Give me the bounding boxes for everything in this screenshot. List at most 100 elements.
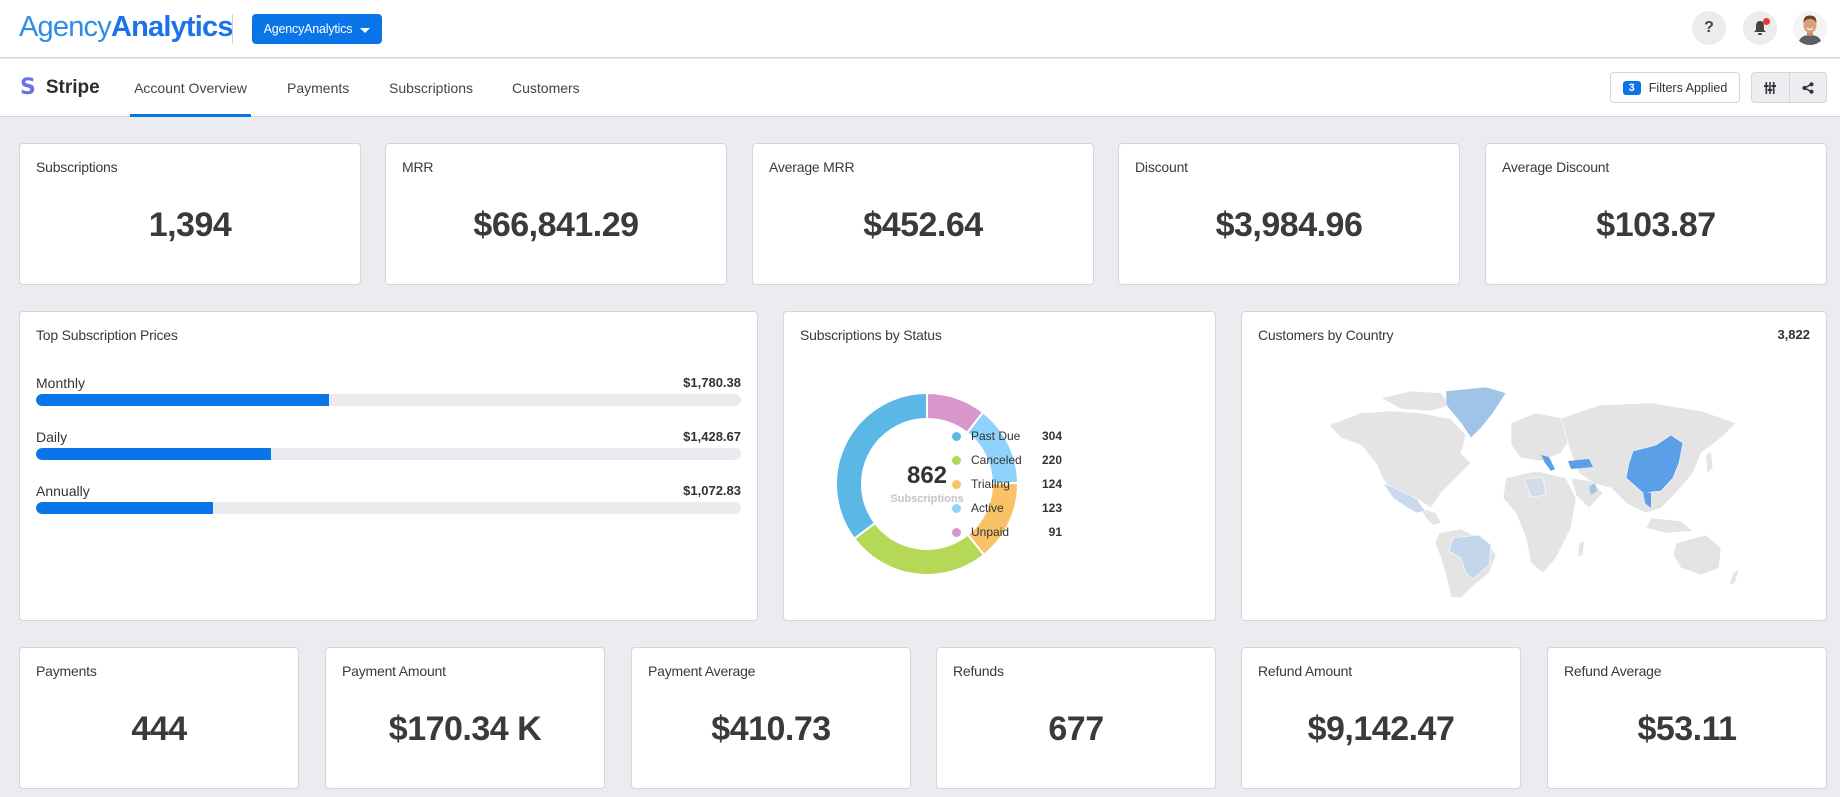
legend-label: Trialing — [971, 477, 1010, 491]
user-avatar[interactable] — [1793, 11, 1827, 45]
legend-label: Unpaid — [971, 525, 1010, 539]
map-australia — [1672, 534, 1722, 576]
app-logo[interactable]: AgencyAnalytics — [19, 10, 233, 44]
price-label: Annually — [36, 483, 90, 499]
filters-applied-button[interactable]: 3 Filters Applied — [1610, 72, 1740, 103]
caret-down-icon — [360, 27, 371, 33]
price-value: $1,072.83 — [683, 483, 741, 498]
kpi-title: Average Discount — [1502, 159, 1610, 175]
account-selector-label: AgencyAnalytics — [263, 22, 353, 36]
toolbar-icon-group — [1751, 72, 1827, 103]
filters-label: Filters Applied — [1648, 80, 1728, 95]
kpi-card-payment-average: Payment Average $410.73 — [631, 647, 911, 789]
kpi-card-subscriptions: Subscriptions 1,394 — [19, 143, 361, 285]
kpi-card-refund-amount: Refund Amount $9,142.47 — [1241, 647, 1521, 789]
tab-customers[interactable]: Customers — [508, 59, 584, 117]
kpi-card-refunds: Refunds 677 — [936, 647, 1216, 789]
kpi-value: 677 — [1048, 710, 1104, 748]
filters-count-badge: 3 — [1622, 80, 1641, 95]
legend-dot — [952, 527, 961, 537]
notification-badge — [1763, 18, 1770, 25]
legend-dot — [952, 431, 961, 441]
kpi-value: 1,394 — [148, 206, 232, 244]
price-bar-fill — [36, 394, 330, 406]
legend-dot — [952, 503, 961, 513]
kpi-value: $53.11 — [1637, 710, 1737, 748]
price-row-annually: Annually $1,072.83 — [36, 483, 741, 515]
logo-light-text: Agency — [19, 11, 112, 43]
logo-bold-text: Analytics — [110, 11, 234, 43]
notifications-button[interactable] — [1743, 11, 1777, 45]
integration-navbar: S Stripe Account Overview Payments Subsc… — [0, 59, 1840, 117]
kpi-title: Discount — [1135, 159, 1188, 175]
price-bar-track — [36, 502, 741, 514]
price-row-daily: Daily $1,428.67 — [36, 429, 741, 461]
price-bar-track — [36, 448, 741, 460]
tab-label: Account Overview — [134, 80, 247, 96]
subscriptions-by-status-panel: Subscriptions by Status 862 Subscription… — [783, 311, 1216, 621]
kpi-value: 444 — [131, 710, 187, 748]
price-value: $1,780.38 — [683, 375, 741, 390]
map-new-zealand — [1728, 568, 1740, 586]
tab-label: Customers — [512, 80, 580, 96]
kpi-title: Payment Amount — [342, 663, 446, 679]
help-button[interactable]: ? — [1692, 11, 1726, 45]
kpi-value: $9,142.47 — [1307, 710, 1455, 748]
account-selector-button[interactable]: AgencyAnalytics — [252, 14, 382, 44]
kpi-title: Average MRR — [769, 159, 855, 175]
kpi-card-payment-amount: Payment Amount $170.34 K — [325, 647, 605, 789]
kpi-value: $452.64 — [863, 206, 983, 244]
legend-item-past-due[interactable]: Past Due 304 — [952, 426, 1062, 446]
customers-total: 3,822 — [1777, 327, 1810, 342]
share-button[interactable] — [1788, 73, 1827, 102]
tab-label: Subscriptions — [389, 80, 474, 96]
price-bar-fill — [36, 448, 272, 460]
kpi-card-average-mrr: Average MRR $452.64 — [752, 143, 1094, 285]
legend-value: 123 — [1041, 501, 1062, 515]
tab-label: Payments — [287, 80, 350, 96]
stripe-logo-icon: S — [20, 75, 36, 100]
map-se-asia — [1645, 517, 1694, 534]
map-madagascar — [1577, 540, 1585, 558]
tab-payments[interactable]: Payments — [283, 59, 353, 117]
legend-label: Active — [971, 501, 1004, 515]
legend-item-active[interactable]: Active 123 — [952, 498, 1062, 518]
kpi-value: $170.34 K — [388, 710, 542, 748]
kpi-value: $66,841.29 — [473, 206, 639, 244]
map-italy — [1541, 455, 1555, 471]
price-bar-track — [36, 394, 741, 406]
kpi-value: $3,984.96 — [1215, 206, 1363, 244]
kpi-card-payments: Payments 444 — [19, 647, 299, 789]
price-value: $1,428.67 — [683, 429, 741, 444]
kpi-card-mrr: MRR $66,841.29 — [385, 143, 727, 285]
top-subscription-prices-panel: Top Subscription Prices Monthly $1,780.3… — [19, 311, 758, 621]
legend-dot — [952, 455, 961, 465]
tab-account-overview[interactable]: Account Overview — [130, 59, 251, 117]
integration-title: S Stripe — [20, 76, 100, 100]
legend-item-trialing[interactable]: Trialing 124 — [952, 474, 1062, 494]
customize-button[interactable] — [1752, 73, 1789, 102]
map-japan — [1705, 450, 1714, 474]
tab-subscriptions[interactable]: Subscriptions — [385, 59, 477, 117]
kpi-title: MRR — [402, 159, 434, 175]
legend-value: 91 — [1048, 525, 1062, 539]
price-label: Daily — [36, 429, 68, 445]
world-map[interactable] — [1321, 383, 1761, 601]
share-icon — [1802, 81, 1814, 94]
kpi-title: Refund Average — [1564, 663, 1662, 679]
legend-item-unpaid[interactable]: Unpaid 91 — [952, 522, 1062, 542]
integration-name: Stripe — [45, 77, 100, 98]
top-header: AgencyAnalytics AgencyAnalytics ? — [0, 0, 1840, 58]
legend-item-canceled[interactable]: Canceled 220 — [952, 450, 1062, 470]
kpi-card-refund-average: Refund Average $53.11 — [1547, 647, 1827, 789]
kpi-title: Payment Average — [648, 663, 756, 679]
legend-dot — [952, 479, 961, 489]
map-arctic-islands — [1380, 390, 1452, 412]
header-divider — [232, 14, 233, 44]
kpi-title: Payments — [36, 663, 97, 679]
price-row-monthly: Monthly $1,780.38 — [36, 375, 741, 407]
panel-title: Customers by Country — [1258, 327, 1394, 343]
kpi-card-average-discount: Average Discount $103.87 — [1485, 143, 1827, 285]
question-mark-icon: ? — [1704, 19, 1714, 36]
panel-title: Top Subscription Prices — [36, 327, 178, 343]
